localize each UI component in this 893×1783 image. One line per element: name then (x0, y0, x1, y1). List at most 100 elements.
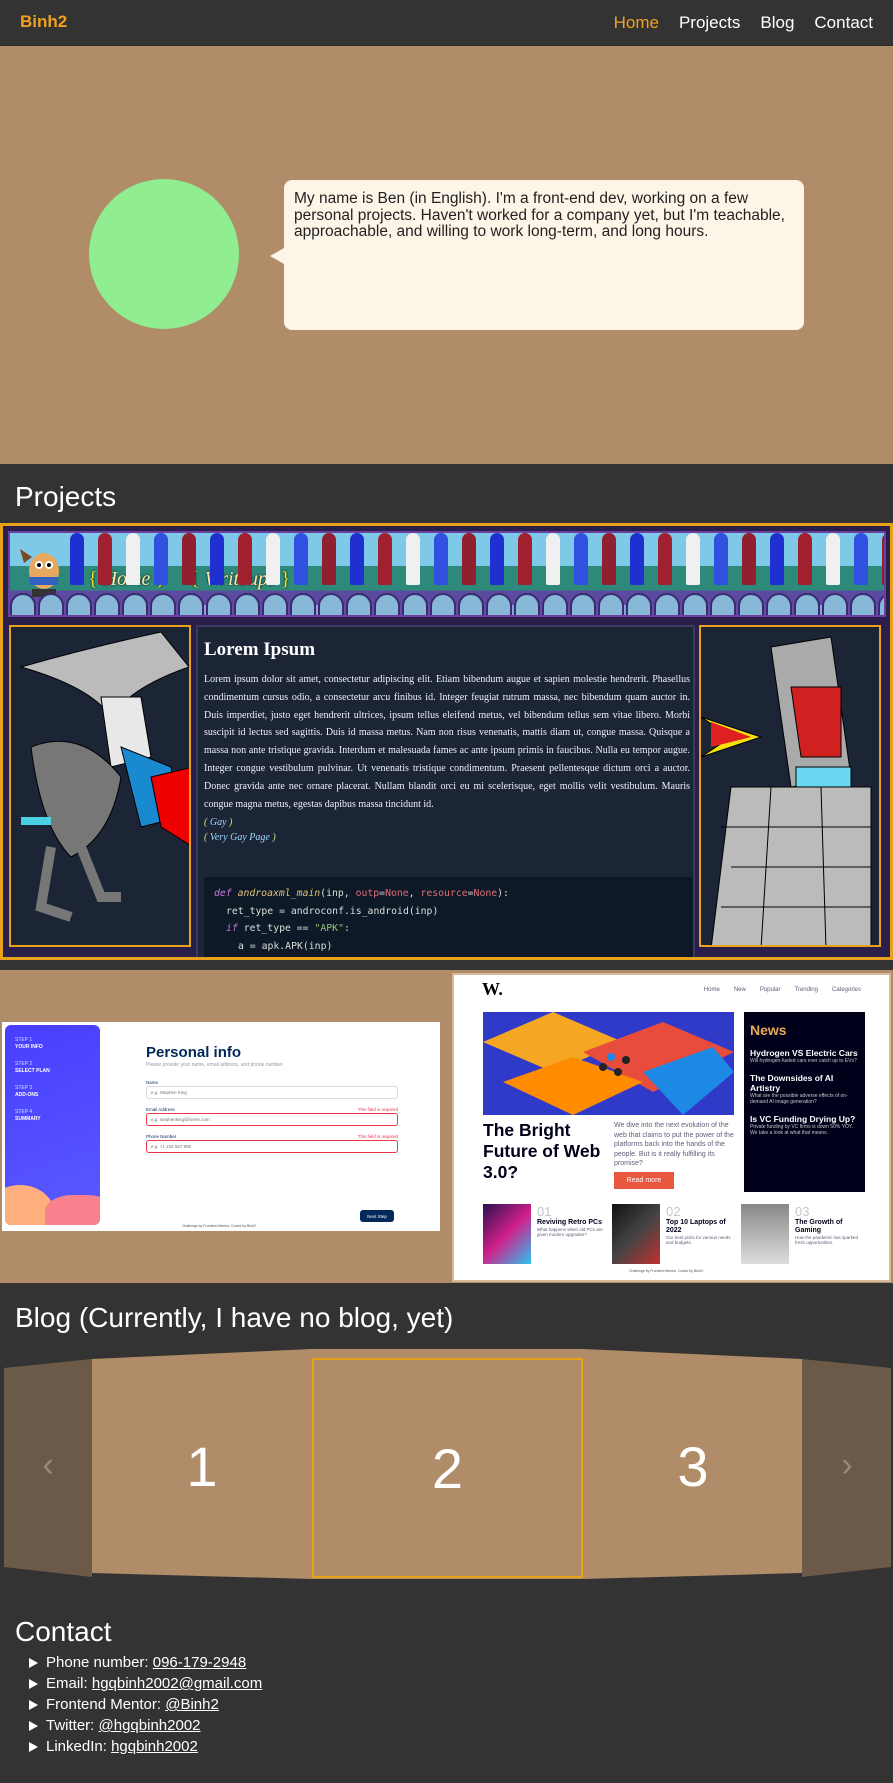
contact-heading: Contact (15, 1616, 112, 1647)
phone-link[interactable]: 096-179-2948 (153, 1652, 246, 1673)
blog-carousel: 1 2 3 ‹ › (0, 1345, 893, 1585)
bullet-triangle-icon (29, 1678, 38, 1689)
banner-arch-decoration (346, 593, 372, 615)
banner-arch-decoration (794, 593, 820, 615)
news-menu: Home New Popular Trending Categories (704, 987, 861, 993)
code-block: def androaxml_main(inp, outp=None, resou… (204, 877, 693, 957)
read-more-button[interactable]: Read more (614, 1172, 674, 1189)
banner-pillar-decoration (70, 533, 84, 585)
laptop-thumbnail (612, 1204, 660, 1264)
banner-pillar-decoration (714, 533, 728, 585)
banner-arch-decoration (542, 593, 568, 615)
banner-arch-decoration (710, 593, 736, 615)
nav-link-contact[interactable]: Contact (814, 13, 873, 33)
banner-arch-decoration (10, 593, 36, 615)
banner-pillar-decoration (462, 533, 476, 585)
brand-logo[interactable]: Binh2 (20, 12, 67, 32)
carousel-prev-button[interactable]: ‹ (4, 1445, 92, 1485)
banner-arch-decoration (374, 593, 400, 615)
banner-pillar-decoration (294, 533, 308, 585)
news-menu-item[interactable]: New (734, 987, 746, 993)
banner-pillar-decoration (826, 533, 840, 585)
news-menu-item[interactable]: Popular (760, 987, 781, 993)
form-footer: Challenge by Frontend Mentor. Coded by B… (182, 1224, 257, 1228)
email-input[interactable] (146, 1113, 398, 1126)
banner-arch-decoration (262, 593, 288, 615)
banner-pillar-decoration (742, 533, 756, 585)
banner-pillar-decoration (630, 533, 644, 585)
avatar (89, 179, 239, 329)
contact-item-email: Email: hgqbinh2002@gmail.com (29, 1673, 262, 1694)
banner-arch-decoration (626, 593, 652, 615)
article-body: Lorem ipsum dolor sit amet, consectetur … (204, 674, 690, 810)
carousel-slide-2[interactable]: 2 (312, 1358, 583, 1578)
twitter-link[interactable]: @hgqbinh2002 (99, 1715, 201, 1736)
blog-heading: Blog (Currently, I have no blog, yet) (15, 1302, 454, 1333)
article-item[interactable]: 03 The Growth of Gaming How the pandemic… (795, 1204, 865, 1245)
banner-pillar-decoration (518, 533, 532, 585)
banner-pillar-decoration (546, 533, 560, 585)
projects-row-2: STEP 1 YOUR INFO STEP 2 SELECT PLAN STEP 3… (0, 970, 893, 1283)
banner-pillar-decoration (210, 533, 224, 585)
banner-pillar-decoration (882, 533, 884, 585)
article-item[interactable]: 01 Reviving Retro PCs What happens when … (537, 1204, 607, 1237)
banner-arch-decoration (738, 593, 764, 615)
article-link-gay[interactable]: ( Gay ) (204, 817, 690, 828)
banner-arch-decoration (150, 593, 176, 615)
banner-pillar-decoration (406, 533, 420, 585)
banner-pillar-decoration (182, 533, 196, 585)
news-sidebar: News Hydrogen VS Electric Cars Will hydro… (744, 1012, 865, 1192)
project-card-news-homepage[interactable]: W. Home New Popular Trending Categories … (452, 973, 891, 1282)
carousel-next-button[interactable]: › (803, 1445, 891, 1485)
headline-summary: We dive into the next evolution of the w… (614, 1122, 734, 1167)
dragon-illustration (9, 625, 191, 947)
news-footer: Challenge by Frontend Mentor. Coded by B… (629, 1269, 704, 1273)
banner-pillar-decoration (854, 533, 868, 585)
banner-arch-decoration (682, 593, 708, 615)
contact-label: Twitter: (46, 1717, 95, 1734)
frontend-mentor-link[interactable]: @Binh2 (165, 1694, 219, 1715)
banner-arch-decoration (122, 593, 148, 615)
code-line: a = apk.APK(inp) (238, 940, 333, 952)
headline: The Bright Future of Web 3.0? (483, 1120, 601, 1182)
banner-pillar-decoration (602, 533, 616, 585)
banner-arch-decoration (822, 593, 848, 615)
carousel-slide-1[interactable]: 1 (93, 1359, 311, 1573)
news-menu-item[interactable]: Categories (832, 987, 861, 993)
nav-link-projects[interactable]: Projects (679, 13, 740, 33)
form-fields: Name Email Address This field is require… (146, 1080, 398, 1161)
article-panel: Lorem Ipsum Lorem ipsum dolor sit amet, … (196, 625, 695, 957)
project-card-multi-step-form[interactable]: STEP 1 YOUR INFO STEP 2 SELECT PLAN STEP 3… (2, 1022, 440, 1231)
article-link-very-gay-page[interactable]: ( Very Gay Page ) (204, 832, 690, 843)
carousel-slide-3[interactable]: 3 (584, 1359, 802, 1573)
banner-pillar-decoration (770, 533, 784, 585)
banner-arch-decoration (458, 593, 484, 615)
banner-arch-decoration (878, 593, 884, 615)
banner-pillar-decoration (658, 533, 672, 585)
contact-label: Phone number: (46, 1654, 149, 1671)
banner-arch-decoration (570, 593, 596, 615)
name-input[interactable] (146, 1086, 398, 1099)
nav-link-blog[interactable]: Blog (760, 13, 794, 33)
contact-label: Frontend Mentor: (46, 1696, 162, 1713)
banner-arch-decoration (430, 593, 456, 615)
next-step-button[interactable]: Next Step (360, 1210, 394, 1222)
linkedin-link[interactable]: hgqbinh2002 (111, 1736, 198, 1757)
email-link[interactable]: hgqbinh2002@gmail.com (92, 1673, 262, 1694)
news-menu-item[interactable]: Trending (795, 987, 818, 993)
article-title: Lorem Ipsum (204, 639, 316, 660)
news-menu-item[interactable]: Home (704, 987, 720, 993)
nav-link-home[interactable]: Home (614, 13, 659, 33)
project-card-writeups-site[interactable]: { Home } { Writeups } Lorem Ipsum Lorem … (0, 523, 893, 960)
banner-pillar-decoration (266, 533, 280, 585)
banner-pillar-decoration (798, 533, 812, 585)
news-logo: W. (482, 979, 503, 999)
banner-arch-decoration (38, 593, 64, 615)
navbar: Binh2 Home Projects Blog Contact (0, 0, 893, 46)
web3-hero-image (483, 1012, 734, 1115)
banner-pillar-decoration (154, 533, 168, 585)
article-item[interactable]: 02 Top 10 Laptops of 2022 Our best picks… (666, 1204, 736, 1245)
phone-input[interactable] (146, 1140, 398, 1153)
contact-list: Phone number: 096-179-2948 Email: hgqbin… (29, 1652, 262, 1757)
project-banner: { Home } { Writeups } (8, 531, 886, 617)
